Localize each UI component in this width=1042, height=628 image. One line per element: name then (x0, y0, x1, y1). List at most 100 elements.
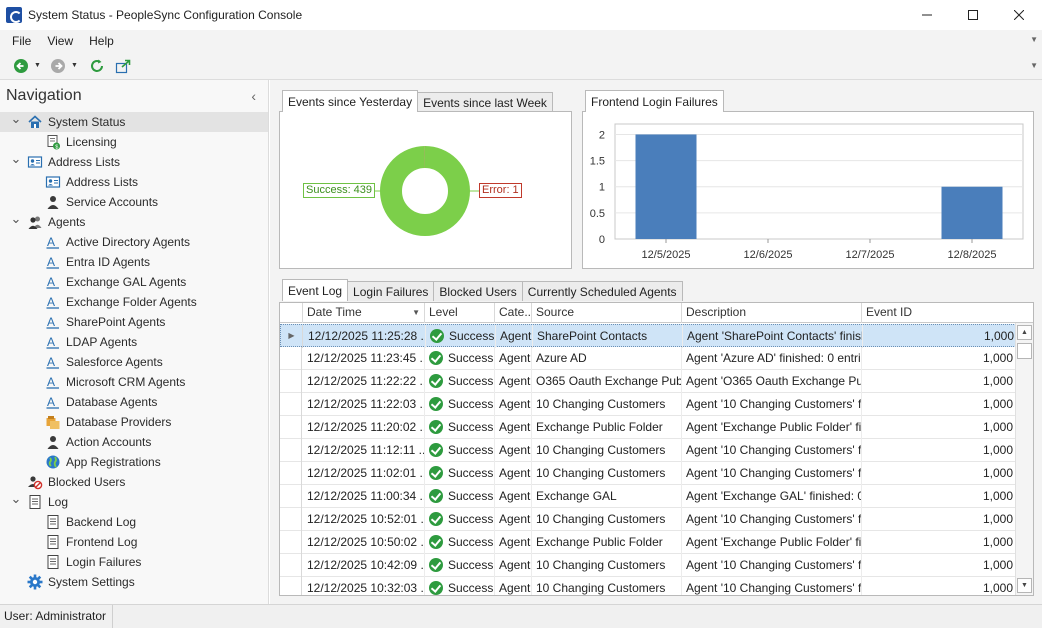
tab-blocked-users[interactable]: Blocked Users (433, 281, 523, 301)
nav-item-blocked-users[interactable]: Blocked Users (0, 472, 268, 492)
cell-date-time: 12/12/2025 11:25:28 ... (304, 325, 426, 348)
menu-help[interactable]: Help (81, 34, 122, 48)
bar-12-5-2025 (635, 134, 697, 239)
tab-frontend-login-failures[interactable]: Frontend Login Failures (585, 90, 724, 112)
nav-item-entra-id-agents-child[interactable]: A Entra ID Agents (0, 252, 268, 272)
cell-level: Success (425, 462, 495, 485)
nav-item-ldap-agents-child[interactable]: A LDAP Agents (0, 332, 268, 352)
cell-level: Success (425, 416, 495, 439)
table-row[interactable]: 12/12/2025 11:22:22 ... Success Agent O365 … (280, 370, 1016, 393)
close-button[interactable] (996, 0, 1042, 30)
tab-event-log[interactable]: Event Log (282, 279, 349, 301)
nav-item-salesforce-agents-child[interactable]: A Salesforce Agents (0, 352, 268, 372)
table-row[interactable]: 12/12/2025 10:52:01 ... Success Agent 10 Ch… (280, 508, 1016, 531)
table-row[interactable]: 12/12/2025 10:50:02 ... Success Agent Excha… (280, 531, 1016, 554)
forward-history-dropdown[interactable]: ▼ (71, 62, 78, 69)
nav-item-agents[interactable]: ⌄ Agents (0, 211, 268, 232)
cell-event-id: 1,000 (862, 577, 1016, 595)
menu-file[interactable]: File (4, 34, 39, 48)
scroll-down-button[interactable]: ▼ (1017, 578, 1032, 593)
table-row[interactable]: 12/12/2025 10:32:03 ... Success Agent 10 Ch… (280, 577, 1016, 595)
nav-item-action-accounts-child[interactable]: Action Accounts (0, 432, 268, 452)
tab-login-failures[interactable]: Login Failures (347, 281, 435, 301)
table-row[interactable]: 12/12/2025 11:22:03 ... Success Agent 10 Ch… (280, 393, 1016, 416)
maximize-button[interactable] (950, 0, 996, 30)
scroll-up-button[interactable]: ▲ (1017, 325, 1032, 340)
back-button[interactable] (12, 57, 30, 75)
success-check-icon (429, 420, 443, 434)
cell-level-text: Success (448, 558, 494, 572)
table-row[interactable]: 12/12/2025 11:02:01 ... Success Agent 10 Ch… (280, 462, 1016, 485)
nav-item-app-registrations-child[interactable]: App Registrations (0, 452, 268, 472)
column-category[interactable]: Cate... (495, 303, 532, 323)
expand-collapse-icon[interactable]: ⌄ (10, 111, 22, 127)
nav-item-active-directory-agents-child[interactable]: A Active Directory Agents (0, 232, 268, 252)
row-indicator[interactable] (280, 554, 302, 577)
nav-item-sharepoint-agents-child[interactable]: A SharePoint Agents (0, 312, 268, 332)
minimize-button[interactable] (904, 0, 950, 30)
row-indicator[interactable]: ▶ (281, 325, 303, 348)
toolbar-overflow-icon[interactable]: ▼ (1030, 61, 1038, 70)
table-row[interactable]: ▶ 12/12/2025 11:25:28 ... Success Agent Shar… (280, 324, 1017, 348)
nav-item-exchange-gal-agents-child[interactable]: A Exchange GAL Agents (0, 272, 268, 292)
row-indicator[interactable] (280, 439, 302, 462)
nav-item-licensing-child[interactable]: $ Licensing (0, 132, 268, 152)
cell-level: Success (425, 370, 495, 393)
expand-collapse-icon[interactable]: ⌄ (10, 211, 22, 227)
nav-item-address-lists[interactable]: ⌄ Address Lists (0, 151, 268, 172)
nav-item-exchange-folder-agents-child[interactable]: A Exchange Folder Agents (0, 292, 268, 312)
column-level[interactable]: Level (425, 303, 495, 323)
export-button[interactable] (114, 57, 132, 75)
menu-overflow-icon[interactable]: ▼ (1030, 35, 1038, 44)
row-indicator[interactable] (280, 347, 302, 370)
nav-item-system-settings[interactable]: System Settings (0, 572, 268, 592)
cell-level: Success (425, 439, 495, 462)
column-event-id[interactable]: Event ID (862, 303, 1016, 323)
nav-item-frontend-log-child[interactable]: Frontend Log (0, 532, 268, 552)
row-indicator[interactable] (280, 370, 302, 393)
nav-item-service-accounts-child[interactable]: Service Accounts (0, 192, 268, 212)
nav-item-database-agents-child[interactable]: A Database Agents (0, 392, 268, 412)
forward-button[interactable] (49, 57, 67, 75)
row-indicator[interactable] (280, 416, 302, 439)
globe-icon (45, 454, 61, 470)
row-indicator[interactable] (280, 485, 302, 508)
table-row[interactable]: 12/12/2025 10:42:09 ... Success Agent 10 Ch… (280, 554, 1016, 577)
nav-item-address-lists-child[interactable]: Address Lists (0, 172, 268, 192)
column-date-time-label: Date Time (307, 305, 362, 319)
table-row[interactable]: 12/12/2025 11:20:02 ... Success Agent Excha… (280, 416, 1016, 439)
cell-description: Agent 'SharePoint Contacts' finishe... (683, 325, 863, 348)
row-indicator[interactable] (280, 393, 302, 416)
tab-currently-scheduled-agents[interactable]: Currently Scheduled Agents (521, 281, 683, 301)
nav-item-system-status[interactable]: ⌄ System Status (0, 111, 268, 132)
row-indicator[interactable] (280, 462, 302, 485)
column-source[interactable]: Source (532, 303, 682, 323)
nav-item-database-providers-child[interactable]: Database Providers (0, 412, 268, 432)
table-row[interactable]: 12/12/2025 11:12:11 ... Success Agent 10 Ch… (280, 439, 1016, 462)
success-check-icon (429, 581, 443, 595)
collapse-navigation-icon[interactable]: ‹ (251, 88, 256, 104)
nav-item-label: Log (48, 495, 69, 509)
nav-item-backend-log-child[interactable]: Backend Log (0, 512, 268, 532)
cell-date-time: 12/12/2025 10:42:09 ... (303, 554, 425, 577)
nav-item-microsoft-crm-agents-child[interactable]: A Microsoft CRM Agents (0, 372, 268, 392)
table-row[interactable]: 12/12/2025 11:00:34 ... Success Agent Excha… (280, 485, 1016, 508)
nav-item-login-failures-child[interactable]: Login Failures (0, 552, 268, 572)
column-description[interactable]: Description (682, 303, 862, 323)
refresh-button[interactable] (88, 57, 106, 75)
tab-events-since-yesterday[interactable]: Events since Yesterday (282, 90, 419, 112)
nav-item-label: System Status (48, 115, 126, 129)
grid-vertical-scrollbar[interactable]: ▲ ▼ (1015, 323, 1033, 595)
scroll-thumb[interactable] (1017, 343, 1032, 359)
row-indicator[interactable] (280, 508, 302, 531)
table-row[interactable]: 12/12/2025 11:23:45 ... Success Agent Azure… (280, 347, 1016, 370)
back-history-dropdown[interactable]: ▼ (34, 62, 41, 69)
row-indicator[interactable] (280, 577, 302, 595)
expand-collapse-icon[interactable]: ⌄ (10, 151, 22, 167)
row-indicator[interactable] (280, 531, 302, 554)
column-date-time[interactable]: Date Time ▼ (303, 303, 425, 323)
menu-view[interactable]: View (39, 34, 81, 48)
tab-events-since-last-week[interactable]: Events since last Week (417, 92, 553, 112)
expand-collapse-icon[interactable]: ⌄ (10, 491, 22, 507)
nav-item-log[interactable]: ⌄ Log (0, 491, 268, 512)
